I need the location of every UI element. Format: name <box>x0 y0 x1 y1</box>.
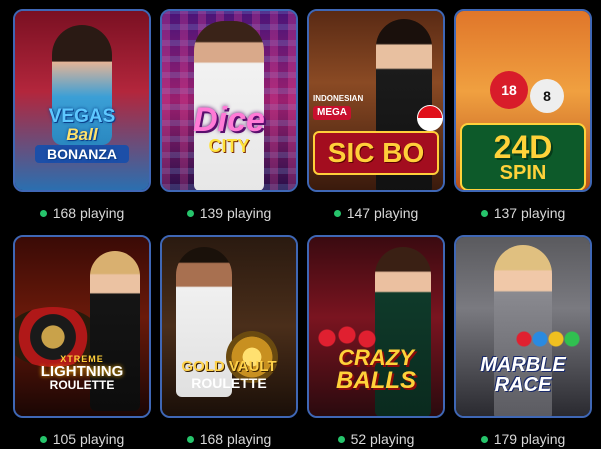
game-card-marble-race[interactable]: MARBLE RACE <box>454 235 592 418</box>
online-dot-icon <box>333 209 341 217</box>
game-card-xtreme-lightning-roulette[interactable]: XTREME LIGHTNING ROULETTE <box>13 235 151 418</box>
game-logo: MARBLE RACE <box>480 354 566 396</box>
game-card-crazy-balls[interactable]: CRAZY BALLS <box>307 235 445 418</box>
game-logo: 24D SPIN <box>460 123 586 190</box>
game-card-gold-vault-roulette[interactable]: GOLD VAULT ROULETTE <box>160 235 298 418</box>
online-dot-icon <box>186 435 194 443</box>
ball-18-icon: 18 <box>490 71 528 109</box>
player-count: 168 playing <box>154 430 304 448</box>
game-card-dice-city[interactable]: Dice CITY <box>160 9 298 192</box>
online-dot-icon <box>39 435 47 443</box>
player-count: 168 playing <box>7 204 157 222</box>
game-logo-main: SIC BO <box>313 131 439 175</box>
game-card-vegas-ball-bonanza[interactable]: VEGAS Ball BONANZA <box>13 9 151 192</box>
game-logo: INDONESIAN MEGA <box>313 94 364 120</box>
game-card-mega-sic-bo[interactable]: INDONESIAN MEGA SIC BO <box>307 9 445 192</box>
online-dot-icon <box>39 209 47 217</box>
game-logo: CRAZY BALLS <box>336 345 416 394</box>
online-dot-icon <box>480 435 488 443</box>
player-count: 105 playing <box>7 430 157 448</box>
online-dot-icon <box>186 209 194 217</box>
indonesia-flag-icon <box>417 105 443 131</box>
game-logo: VEGAS Ball BONANZA <box>21 107 143 163</box>
marbles-icon <box>516 329 586 349</box>
online-dot-icon <box>337 435 345 443</box>
game-logo: Dice CITY <box>193 101 265 156</box>
game-card-24d-spin[interactable]: 18 8 24D SPIN <box>454 9 592 192</box>
online-dot-icon <box>480 209 488 217</box>
ball-8-icon: 8 <box>530 79 564 113</box>
player-count: 137 playing <box>448 204 598 222</box>
game-logo: GOLD VAULT ROULETTE <box>181 358 277 391</box>
player-count: 179 playing <box>448 430 598 448</box>
game-grid: VEGAS Ball BONANZA 168 playing Dice CITY… <box>0 0 601 449</box>
player-count: 52 playing <box>301 430 451 448</box>
game-logo: XTREME LIGHTNING ROULETTE <box>40 354 124 392</box>
player-count: 147 playing <box>301 204 451 222</box>
player-count: 139 playing <box>154 204 304 222</box>
